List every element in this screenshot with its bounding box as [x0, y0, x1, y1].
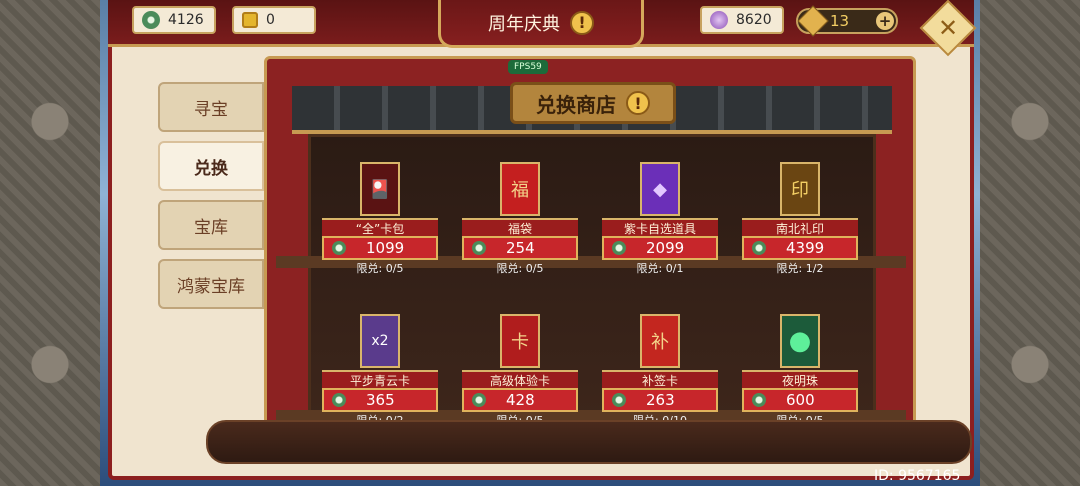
shop-item[interactable]: 福 福袋 254 限兑: 0/5 [456, 156, 584, 275]
dragon-ornament-right [980, 0, 1080, 486]
shop-item[interactable]: x2 平步青云卡 365 限兑: 0/2 [316, 308, 444, 427]
item-price: 2099 [646, 239, 685, 257]
item-name: 福袋 [462, 218, 578, 238]
item-price: 428 [506, 391, 535, 409]
item-name: 平步青云卡 [322, 370, 438, 390]
price-tag: 2099 [602, 236, 718, 260]
side-tabs: 寻宝 兑换 宝库 鸿蒙宝库 [158, 82, 264, 318]
shop-item[interactable]: ◆ 紫卡自选道具 2099 限兑: 0/1 [596, 156, 724, 275]
dragon-ornament-left [0, 0, 100, 486]
plus-icon[interactable]: + [876, 12, 894, 30]
coin-amount: 4126 [168, 12, 204, 28]
shop-item[interactable]: 🎴 “全”卡包 1099 限兑: 0/5 [316, 156, 444, 275]
coin-icon [332, 393, 346, 407]
item-name: 补签卡 [602, 370, 718, 390]
item-name: 紫卡自选道具 [602, 218, 718, 238]
info-icon[interactable]: ! [570, 10, 594, 35]
coin-balance: 4126 [132, 6, 216, 34]
card-pack-icon: 🎴 [360, 162, 400, 216]
gold-ingot-icon [242, 12, 258, 28]
info-icon[interactable]: ! [626, 91, 650, 115]
cloud-card-icon: x2 [360, 314, 400, 368]
tab-exchange[interactable]: 兑换 [158, 141, 264, 191]
gem-amount: 8620 [736, 12, 772, 28]
coin-icon [612, 393, 626, 407]
item-limit: 限兑: 0/1 [636, 262, 684, 275]
tab-vault[interactable]: 宝库 [158, 200, 264, 250]
item-price: 1099 [366, 239, 405, 257]
resign-card-icon: 补 [640, 314, 680, 368]
gold-balance: 0 [232, 6, 316, 34]
coin-icon [142, 11, 160, 29]
purple-card-icon: ◆ [640, 162, 680, 216]
item-name: 夜明珠 [742, 370, 858, 390]
coin-icon [752, 241, 766, 255]
coin-icon [752, 393, 766, 407]
item-name: 高级体验卡 [462, 370, 578, 390]
shop-item[interactable]: 印 南北礼印 4399 限兑: 1/2 [736, 156, 864, 275]
user-id: ID: 9567165 [874, 468, 961, 484]
shop-item[interactable]: ● 夜明珠 600 限兑: 0/5 [736, 308, 864, 427]
vip-level: 13 [830, 12, 850, 30]
price-tag: 254 [462, 236, 578, 260]
item-price: 4399 [786, 239, 825, 257]
price-tag: 263 [602, 388, 718, 412]
item-price: 600 [786, 391, 815, 409]
pearl-icon: ● [780, 314, 820, 368]
price-tag: 4399 [742, 236, 858, 260]
experience-card-icon: 卡 [500, 314, 540, 368]
item-price: 254 [506, 239, 535, 257]
item-name: 南北礼印 [742, 218, 858, 238]
gem-balance: 8620 [700, 6, 784, 34]
lucky-bag-icon: 福 [500, 162, 540, 216]
bottom-scroll-decoration [206, 420, 972, 464]
price-tag: 600 [742, 388, 858, 412]
coin-icon [472, 393, 486, 407]
item-limit: 限兑: 0/5 [356, 262, 404, 275]
coin-icon [612, 241, 626, 255]
item-limit: 限兑: 1/2 [776, 262, 824, 275]
tab-treasure-hunt[interactable]: 寻宝 [158, 82, 264, 132]
item-name: “全”卡包 [322, 218, 438, 238]
seal-icon: 印 [780, 162, 820, 216]
price-tag: 365 [322, 388, 438, 412]
gem-icon [710, 11, 728, 29]
fps-counter: FPS59 [508, 60, 548, 74]
shop-title-sign: 兑换商店 ! [510, 82, 676, 124]
shop-title: 兑换商店 [536, 92, 616, 117]
page-title-plate: 周年庆典 ! [438, 0, 644, 48]
page-title: 周年庆典 [488, 13, 560, 35]
price-tag: 1099 [322, 236, 438, 260]
close-icon: ✕ [937, 13, 959, 42]
gold-amount: 0 [266, 12, 275, 28]
shop-item[interactable]: 补 补签卡 263 限兑: 0/10 [596, 308, 724, 427]
tab-hongmeng-vault[interactable]: 鸿蒙宝库 [158, 259, 264, 309]
item-limit: 限兑: 0/5 [496, 262, 544, 275]
price-tag: 428 [462, 388, 578, 412]
shop-item[interactable]: 卡 高级体验卡 428 限兑: 0/5 [456, 308, 584, 427]
item-price: 365 [366, 391, 395, 409]
vip-level-display[interactable]: 13 + [796, 5, 898, 37]
vip-badge-icon [797, 5, 829, 37]
coin-icon [472, 241, 486, 255]
item-price: 263 [646, 391, 675, 409]
coin-icon [332, 241, 346, 255]
